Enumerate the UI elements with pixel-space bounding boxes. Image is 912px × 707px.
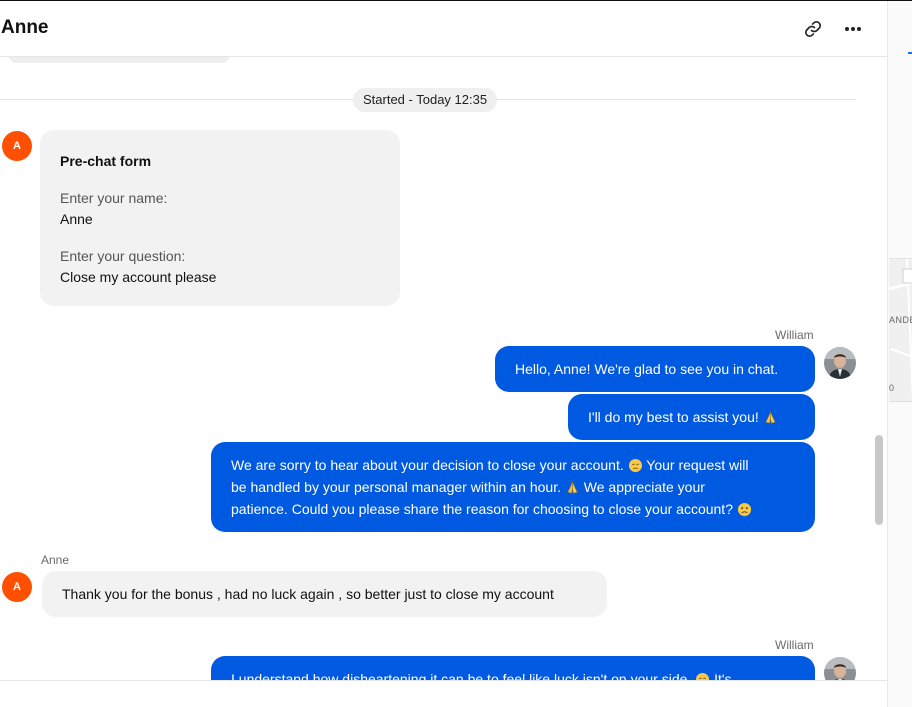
pray-emoji-icon (567, 481, 578, 494)
agent-author-label: William (775, 328, 814, 342)
agent-message-text: Hello, Anne! We're glad to see you in ch… (515, 361, 779, 377)
agent-message-line: We are sorry to hear about your decision… (231, 454, 795, 476)
prechat-label-question: Enter your question: (60, 248, 186, 264)
visitor-message-text: Thank you for the bonus , had no luck ag… (62, 586, 554, 602)
prechat-value-question: Close my account please (60, 269, 217, 285)
slightly-frowning-emoji-icon (737, 502, 751, 517)
visitor-author-label: Anne (41, 553, 70, 567)
agent-message-text: patience. Could you please share the rea… (231, 501, 733, 517)
link-icon[interactable] (801, 17, 825, 41)
chat-header: Anne (0, 1, 887, 57)
disappointed-emoji-icon (696, 672, 710, 680)
disappointed-emoji-icon (628, 458, 642, 473)
agent-message-bubble: Hello, Anne! We're glad to see you in ch… (495, 346, 815, 392)
agent-message-bubble: I'll do my best to assist you! (568, 394, 815, 440)
agent-message-line: be handled by your personal manager with… (231, 476, 795, 498)
map-label: 0 (889, 383, 895, 393)
agent-message-text: be handled by your personal manager with… (231, 479, 561, 495)
active-tab-indicator (908, 52, 912, 54)
clipped-system-pill (8, 57, 230, 63)
prechat-form-title: Pre-chat form (60, 153, 152, 169)
agent-message-bubble: We are sorry to hear about your decision… (211, 442, 815, 532)
prechat-form-card: Pre-chat form Enter your name: Anne Ente… (40, 130, 400, 306)
visitor-avatar: A (2, 572, 32, 602)
agent-message-text: I understand how disheartening it can be… (231, 671, 692, 680)
more-icon[interactable] (841, 17, 865, 41)
agent-message-text: We are sorry to hear about your decision… (231, 457, 624, 473)
agent-author-label: William (775, 638, 814, 652)
message-list[interactable]: Started - Today 12:35 A Pre-chat form En… (0, 57, 887, 680)
agent-message-text: We appreciate your (583, 479, 705, 495)
agent-avatar (824, 657, 856, 680)
visitor-message-bubble: Thank you for the bonus , had no luck ag… (42, 571, 607, 617)
pray-emoji-icon (765, 411, 776, 424)
agent-avatar (824, 347, 856, 379)
agent-message-text: It's (714, 671, 732, 680)
agent-message-text: Your request will (646, 457, 749, 473)
chat-scrollbar[interactable] (875, 435, 883, 525)
agent-message-bubble: I understand how disheartening it can be… (211, 656, 815, 680)
agent-message-line: patience. Could you please share the rea… (231, 498, 795, 520)
agent-message-text: I'll do my best to assist you! (588, 409, 759, 425)
started-badge: Started - Today 12:35 (353, 88, 498, 112)
agent-message-line: I understand how disheartening it can be… (231, 668, 795, 680)
details-side-panel: ANDE 0 (887, 1, 912, 707)
contact-name: Anne (1, 17, 49, 38)
visitor-avatar: A (2, 131, 32, 161)
chat-panel: Anne Started - Today 12:35 A Pre-chat fo… (0, 1, 887, 707)
message-composer[interactable] (0, 680, 887, 707)
prechat-label-name: Enter your name: (60, 190, 168, 206)
map-thumbnail[interactable]: ANDE 0 (889, 258, 912, 402)
prechat-value-name: Anne (60, 211, 93, 227)
map-label: ANDE (889, 315, 912, 325)
